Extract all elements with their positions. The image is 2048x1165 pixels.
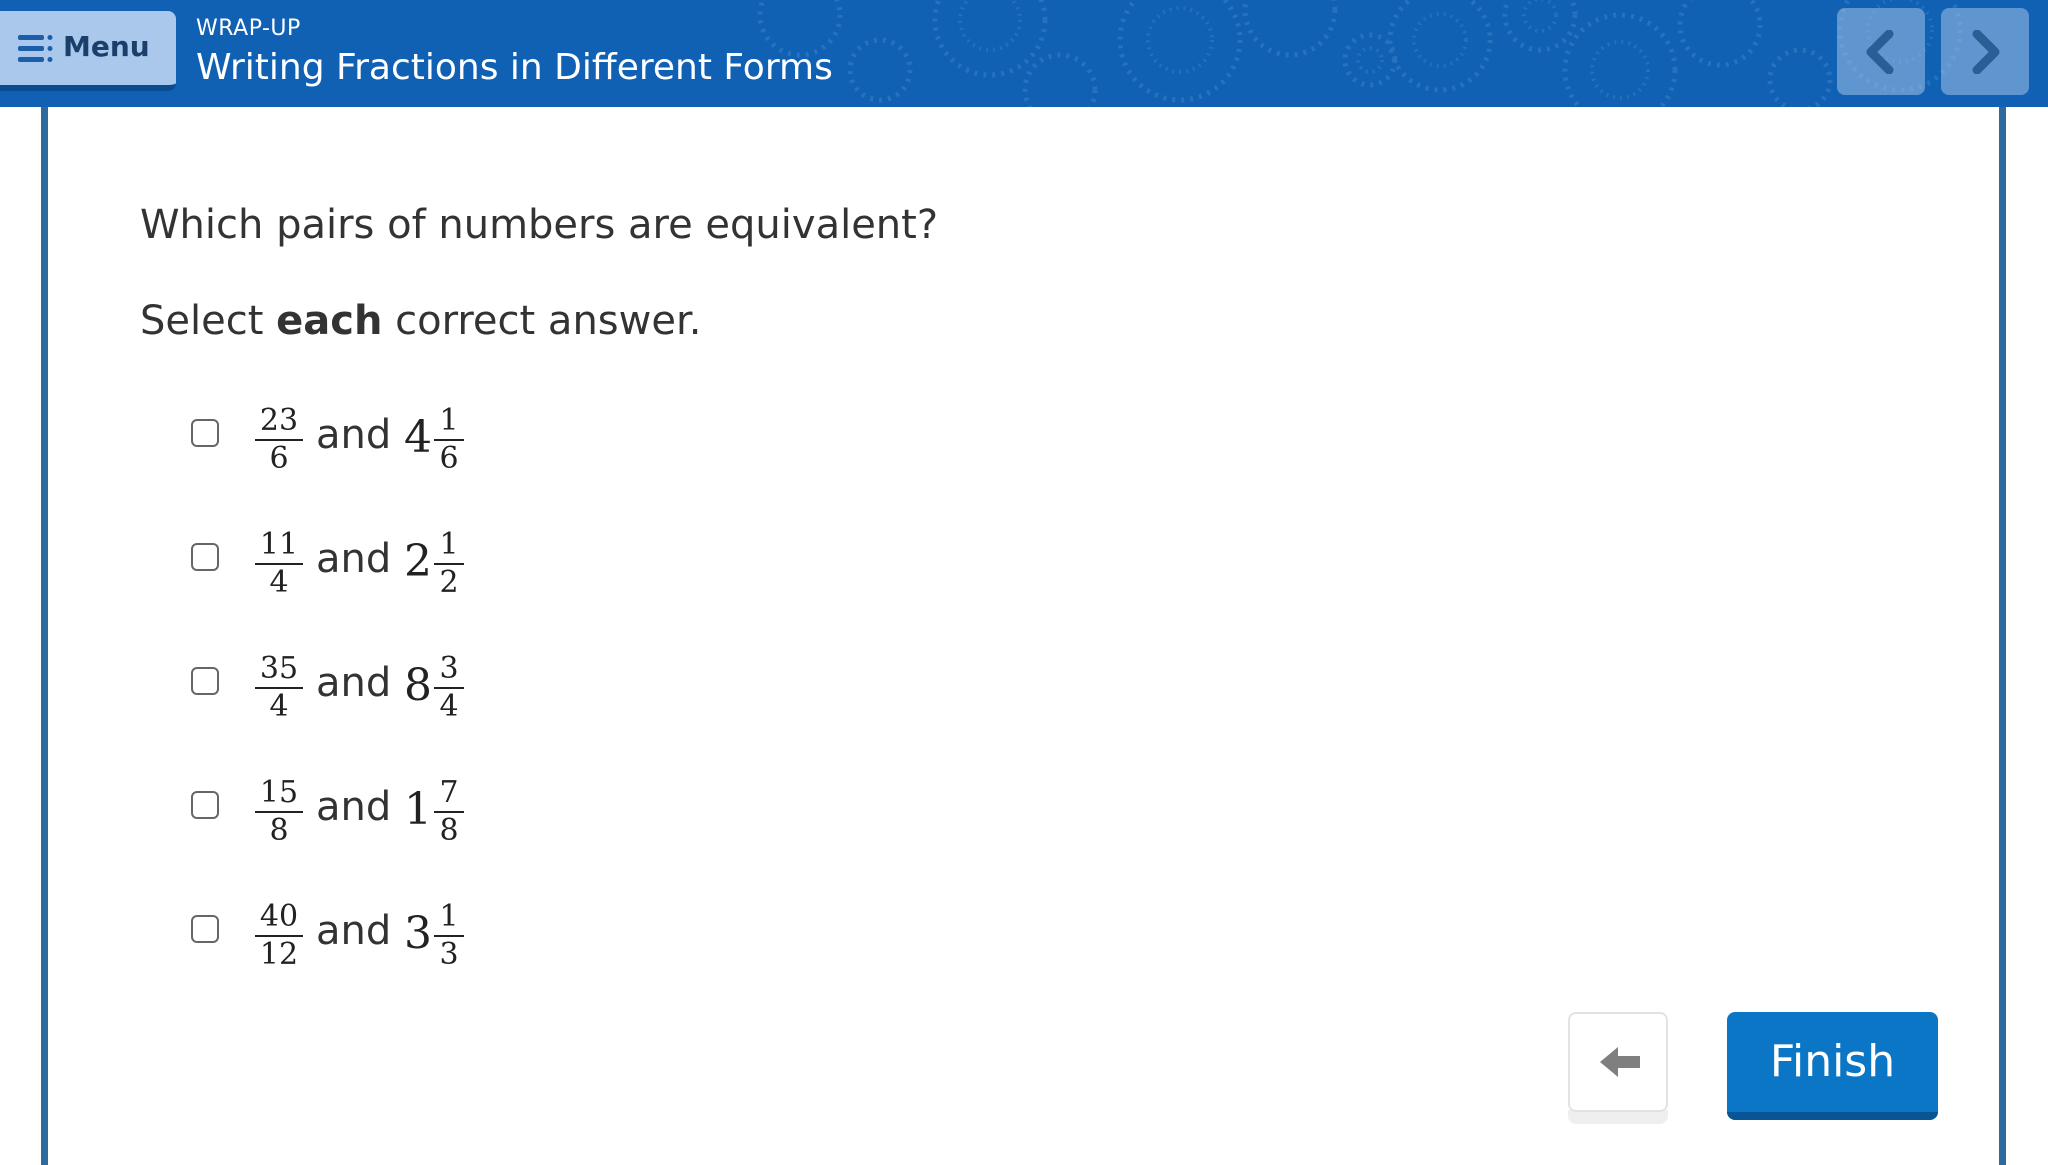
answer-choice[interactable]: 15 8 and 1 7 8 [186, 766, 686, 846]
answer-choice[interactable]: 40 12 and 3 1 3 [186, 890, 686, 970]
mixed-whole-number: 2 [404, 536, 432, 587]
content-frame-right [1999, 107, 2006, 1165]
improper-fraction: 23 6 [255, 403, 303, 474]
fraction-denominator: 8 [434, 811, 464, 846]
improper-fraction: 11 4 [255, 527, 303, 598]
mixed-whole-number: 8 [404, 660, 432, 711]
fraction-numerator: 1 [439, 527, 459, 562]
mixed-whole-number: 1 [404, 784, 432, 835]
answer-choice[interactable]: 35 4 and 8 3 4 [186, 642, 686, 722]
finish-label: Finish [1769, 1036, 1896, 1087]
fraction-denominator: 4 [255, 563, 303, 598]
mixed-fraction-part: 1 3 [434, 899, 464, 970]
fraction-numerator: 7 [439, 775, 459, 810]
answer-checkbox[interactable] [191, 543, 219, 571]
answer-checkbox[interactable] [191, 667, 219, 695]
fraction-denominator: 6 [255, 439, 303, 474]
fraction-denominator: 2 [434, 563, 464, 598]
arrow-left-icon [1600, 1047, 1640, 1077]
choice-connector: and [316, 784, 392, 830]
fraction-numerator: 1 [439, 899, 459, 934]
mixed-fraction-part: 7 8 [434, 775, 464, 846]
lesson-title: Writing Fractions in Different Forms [196, 47, 833, 88]
menu-icon [18, 35, 53, 62]
choice-connector: and [316, 536, 392, 582]
back-button-shadow [1568, 1110, 1668, 1124]
fraction-numerator: 23 [259, 403, 299, 438]
fraction-numerator: 40 [259, 899, 299, 934]
fraction-denominator: 12 [255, 935, 303, 970]
finish-button[interactable]: Finish [1727, 1012, 1938, 1120]
section-label: WRAP-UP [196, 16, 301, 41]
fraction-numerator: 11 [259, 527, 299, 562]
mixed-fraction-part: 3 4 [434, 651, 464, 722]
choice-connector: and [316, 412, 392, 458]
improper-fraction: 40 12 [255, 899, 303, 970]
fraction-denominator: 3 [434, 935, 464, 970]
answer-checkbox[interactable] [191, 915, 219, 943]
answer-checkbox[interactable] [191, 791, 219, 819]
mixed-whole-number: 3 [404, 908, 432, 959]
fraction-denominator: 4 [434, 687, 464, 722]
instruction-prefix: Select [140, 298, 277, 344]
instruction-emphasis: each [276, 298, 383, 344]
menu-label: Menu [63, 30, 150, 63]
answer-choice[interactable]: 23 6 and 4 1 6 [186, 394, 686, 474]
question-instruction: Select each correct answer. [140, 298, 701, 344]
next-button[interactable] [1941, 8, 2029, 95]
chevron-right-icon [1972, 30, 2000, 74]
instruction-suffix: correct answer. [382, 298, 702, 344]
improper-fraction: 35 4 [255, 651, 303, 722]
mixed-whole-number: 4 [404, 412, 432, 463]
fraction-denominator: 4 [255, 687, 303, 722]
choice-connector: and [316, 660, 392, 706]
fraction-numerator: 15 [259, 775, 299, 810]
answer-checkbox[interactable] [191, 419, 219, 447]
answer-choice[interactable]: 11 4 and 2 1 2 [186, 518, 686, 598]
menu-button[interactable]: Menu [0, 11, 176, 91]
content-frame-left [41, 107, 48, 1165]
question-prompt: Which pairs of numbers are equivalent? [140, 202, 939, 248]
previous-button[interactable] [1837, 8, 1925, 95]
mixed-fraction-part: 1 2 [434, 527, 464, 598]
choice-connector: and [316, 908, 392, 954]
back-button[interactable] [1568, 1012, 1668, 1112]
fraction-numerator: 35 [259, 651, 299, 686]
mixed-fraction-part: 1 6 [434, 403, 464, 474]
fraction-numerator: 3 [439, 651, 459, 686]
top-bar: Menu WRAP-UP Writing Fractions in Differ… [0, 0, 2048, 107]
chevron-left-icon [1866, 30, 1894, 74]
fraction-denominator: 8 [255, 811, 303, 846]
fraction-denominator: 6 [434, 439, 464, 474]
improper-fraction: 15 8 [255, 775, 303, 846]
fraction-numerator: 1 [439, 403, 459, 438]
